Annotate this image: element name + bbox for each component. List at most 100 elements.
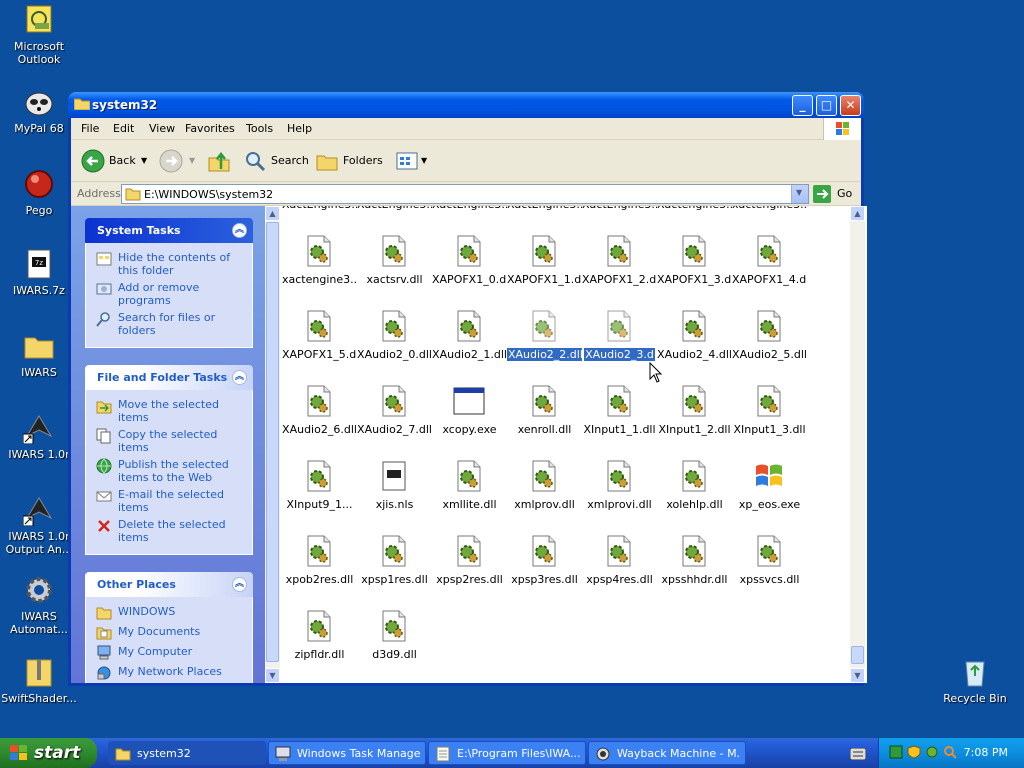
file-item[interactable]: xpsp1res.dll bbox=[357, 535, 432, 587]
file-item[interactable]: xpsp2res.dll bbox=[432, 535, 507, 587]
task-move-selected[interactable]: Move the selected items bbox=[96, 398, 246, 424]
file-item[interactable]: XAPOFX1_5.dll bbox=[282, 310, 357, 362]
desktop-icon-iwars-output[interactable]: IWARS 1.0r Output An... bbox=[0, 494, 78, 556]
scroll-thumb[interactable] bbox=[851, 646, 864, 664]
task-search-files[interactable]: Search for files or folders bbox=[96, 311, 246, 337]
file-item[interactable]: xpsp3res.dll bbox=[507, 535, 582, 587]
folders-button[interactable]: Folders bbox=[315, 149, 383, 173]
scroll-up-button[interactable]: ▲ bbox=[850, 206, 865, 221]
desktop-icon-swiftshader[interactable]: SwiftShader... bbox=[0, 656, 78, 705]
file-item[interactable]: XactEngine3... bbox=[432, 206, 507, 212]
task-email-selected[interactable]: E-mail the selected items bbox=[96, 488, 246, 514]
search-button[interactable]: Search bbox=[243, 149, 309, 173]
task-button-task-manager[interactable]: Windows Task Manager bbox=[268, 741, 426, 765]
menu-tools[interactable]: Tools bbox=[246, 122, 273, 135]
desktop-icon-outlook[interactable]: Microsoft Outlook bbox=[0, 4, 78, 66]
file-item[interactable]: xcopy.exe bbox=[432, 385, 507, 437]
go-button[interactable]: Go bbox=[813, 185, 857, 203]
file-item[interactable]: XAudio2_6.dll bbox=[282, 385, 357, 437]
title-bar[interactable]: system32 _ □ ✕ bbox=[68, 92, 864, 118]
menu-help[interactable]: Help bbox=[287, 122, 312, 135]
desktop-icon-mypal[interactable]: MyPal 68 bbox=[0, 86, 78, 135]
start-button[interactable]: start bbox=[0, 738, 97, 768]
task-button-notepad[interactable]: E:\Program Files\IWA... bbox=[428, 741, 586, 765]
file-item[interactable]: XInput9_1... bbox=[282, 460, 357, 512]
file-item[interactable]: xpob2res.dll bbox=[282, 535, 357, 587]
desktop-icon-recycle-bin[interactable]: Recycle Bin bbox=[936, 656, 1014, 705]
chevron-down-icon[interactable]: ▼ bbox=[141, 156, 147, 165]
file-item[interactable]: XAPOFX1_4.dll bbox=[732, 235, 807, 287]
file-item[interactable]: xjis.nls bbox=[357, 460, 432, 512]
close-button[interactable]: ✕ bbox=[840, 95, 861, 116]
file-item[interactable]: XAPOFX1_2.dll bbox=[582, 235, 657, 287]
other-places-header[interactable]: Other Places ︽ bbox=[85, 572, 253, 597]
task-add-remove-programs[interactable]: Add or remove programs bbox=[96, 281, 246, 307]
address-input[interactable]: E:\WINDOWS\system32 ▼ bbox=[121, 184, 809, 204]
file-item[interactable]: XAudio2_0.dll bbox=[357, 310, 432, 362]
file-item[interactable]: zipfldr.dll bbox=[282, 610, 357, 662]
scroll-thumb[interactable] bbox=[266, 222, 279, 662]
task-button-system32[interactable]: system32 bbox=[108, 741, 266, 765]
file-item[interactable]: xactsrv.dll bbox=[357, 235, 432, 287]
place-windows[interactable]: WINDOWS bbox=[96, 605, 246, 620]
system-tasks-header[interactable]: System Tasks ︽ bbox=[85, 218, 253, 243]
file-item[interactable]: d3d9.dll bbox=[357, 610, 432, 662]
file-item[interactable]: XAPOFX1_1.dll bbox=[507, 235, 582, 287]
file-item[interactable]: Xactengine3... bbox=[657, 206, 732, 212]
address-dropdown-button[interactable]: ▼ bbox=[791, 185, 808, 203]
file-item[interactable]: xpsshhdr.dll bbox=[657, 535, 732, 587]
file-item[interactable]: xmlprovi.dll bbox=[582, 460, 657, 512]
file-item[interactable]: XactEngine3... bbox=[282, 206, 357, 212]
forward-button[interactable]: ▼ bbox=[159, 149, 199, 173]
network-tray-icon[interactable] bbox=[889, 745, 903, 759]
file-item[interactable]: XAudio2_1.dll bbox=[432, 310, 507, 362]
menu-favorites[interactable]: Favorites bbox=[185, 122, 235, 135]
file-item[interactable]: XAudio2_7.dll bbox=[357, 385, 432, 437]
task-delete-selected[interactable]: Delete the selected items bbox=[96, 518, 246, 544]
task-copy-selected[interactable]: Copy the selected items bbox=[96, 428, 246, 454]
menu-file[interactable]: File bbox=[81, 122, 99, 135]
desktop-icon-iwars-automation[interactable]: IWARS Automat... bbox=[0, 574, 78, 636]
file-item[interactable]: XAudio2_3.d bbox=[582, 310, 657, 362]
file-item[interactable]: xp_eos.exe bbox=[732, 460, 807, 512]
search-tray-icon[interactable] bbox=[943, 745, 957, 759]
file-item[interactable]: XAudio2_2.dll bbox=[507, 310, 582, 362]
place-my-computer[interactable]: My Computer bbox=[96, 645, 246, 660]
desktop-icon-iwars-1[interactable]: IWARS 1.0r bbox=[0, 412, 78, 461]
security-shield-icon[interactable] bbox=[907, 745, 921, 759]
collapse-chevron-icon[interactable]: ︽ bbox=[232, 223, 247, 238]
file-folder-tasks-header[interactable]: File and Folder Tasks ︽ bbox=[85, 365, 253, 390]
file-item[interactable]: XAPOFX1_3.dll bbox=[657, 235, 732, 287]
file-item[interactable]: XactEngine3... bbox=[357, 206, 432, 212]
up-folder-button[interactable] bbox=[207, 149, 231, 173]
desktop-icon-pego[interactable]: Pego bbox=[0, 168, 78, 217]
file-item[interactable]: xpsp4res.dll bbox=[582, 535, 657, 587]
task-hide-contents[interactable]: Hide the contents of this folder bbox=[96, 251, 246, 277]
desktop-icon-iwars-7z[interactable]: 7z IWARS.7z bbox=[0, 248, 78, 297]
file-item[interactable]: XactEngine3... bbox=[507, 206, 582, 212]
minimize-button[interactable]: _ bbox=[792, 95, 813, 116]
scroll-down-button[interactable]: ▼ bbox=[265, 668, 280, 683]
keyboard-icon[interactable] bbox=[850, 748, 866, 760]
file-item[interactable]: XInput1_2.dll bbox=[657, 385, 732, 437]
collapse-chevron-icon[interactable]: ︽ bbox=[232, 370, 247, 385]
left-scrollbar[interactable]: ▲ ▼ bbox=[265, 206, 280, 683]
scroll-up-button[interactable]: ▲ bbox=[265, 206, 280, 221]
file-item[interactable]: XAudio2_5.dll bbox=[732, 310, 807, 362]
place-my-documents[interactable]: My Documents bbox=[96, 625, 246, 640]
maximize-button[interactable]: □ bbox=[816, 95, 837, 116]
task-button-wayback[interactable]: Wayback Machine - M... bbox=[588, 741, 746, 765]
file-item[interactable]: XInput1_3.dll bbox=[732, 385, 807, 437]
collapse-chevron-icon[interactable]: ︽ bbox=[232, 577, 247, 592]
desktop-icon-iwars-folder[interactable]: IWARS bbox=[0, 330, 78, 379]
file-item[interactable]: xenroll.dll bbox=[507, 385, 582, 437]
scroll-down-button[interactable]: ▼ bbox=[850, 668, 865, 683]
file-item[interactable]: XactEngine3... bbox=[582, 206, 657, 212]
file-item[interactable]: xactengine3... bbox=[282, 235, 357, 287]
views-button[interactable]: ▼ bbox=[395, 149, 431, 173]
file-list-scrollbar[interactable]: ▲ ▼ bbox=[850, 206, 865, 683]
gear-tray-icon[interactable] bbox=[925, 745, 939, 759]
file-item[interactable]: XAPOFX1_0.dll bbox=[432, 235, 507, 287]
file-item[interactable]: xactengine3... bbox=[732, 206, 807, 212]
file-item[interactable]: xmllite.dll bbox=[432, 460, 507, 512]
